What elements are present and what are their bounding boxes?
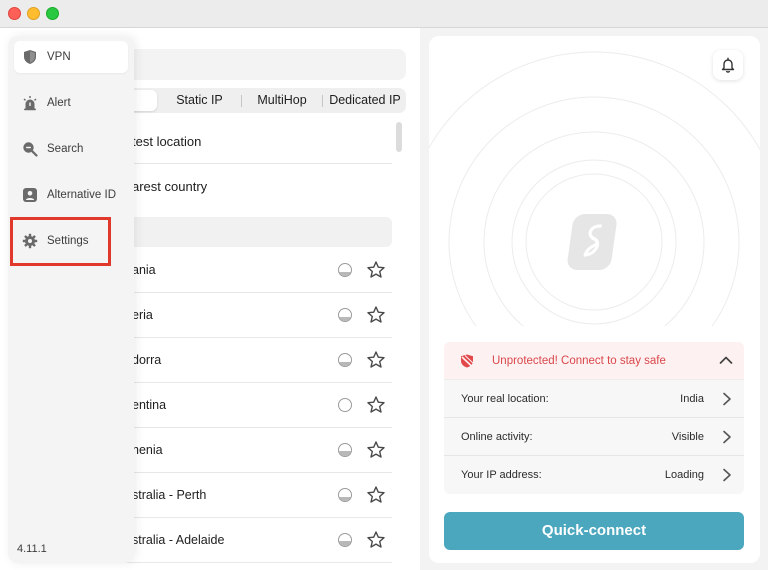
- chevron-right-icon: [723, 430, 731, 444]
- sidebar-item-search[interactable]: Search: [14, 133, 128, 165]
- country-list: ania eria dorra entina henia stralia - Perth s…: [92, 248, 392, 563]
- tab-dedicated-ip[interactable]: Dedicated IP: [325, 88, 405, 113]
- sidebar-item-label: Search: [47, 143, 84, 155]
- real-location-row[interactable]: Your real location: India: [444, 380, 744, 418]
- surfshark-logo: [567, 214, 617, 270]
- status-card: Unprotected! Connect to stay safe Your r…: [444, 342, 744, 494]
- info-label: Your IP address:: [461, 469, 542, 481]
- sidebar-item-label: Alternative ID: [47, 189, 117, 201]
- minimize-window-button[interactable]: [27, 7, 40, 20]
- country-row[interactable]: stralia - Perth: [92, 473, 392, 518]
- server-load-icon: [338, 488, 352, 502]
- favorite-star-icon[interactable]: [366, 485, 386, 505]
- bell-icon: [721, 57, 735, 73]
- chevron-right-icon: [723, 392, 731, 406]
- notifications-button[interactable]: [713, 50, 743, 80]
- favorite-star-icon[interactable]: [366, 305, 386, 325]
- sidebar-item-label: VPN: [47, 51, 71, 63]
- favorite-star-icon[interactable]: [366, 530, 386, 550]
- server-load-icon: [338, 353, 352, 367]
- server-load-icon: [338, 398, 352, 412]
- id-card-icon: [23, 188, 37, 202]
- sidebar-item-vpn[interactable]: VPN: [14, 41, 128, 73]
- search-input[interactable]: [92, 49, 406, 80]
- info-label: Online activity:: [461, 431, 533, 443]
- country-row[interactable]: dorra: [92, 338, 392, 383]
- window-titlebar: [0, 0, 768, 28]
- server-load-icon: [338, 263, 352, 277]
- location-tabs: ns Static IP MultiHop Dedicated IP: [92, 88, 406, 113]
- server-load-icon: [338, 443, 352, 457]
- status-area: Unprotected! Connect to stay safe Your r…: [429, 326, 760, 563]
- tab-multihop[interactable]: MultiHop: [245, 88, 319, 113]
- country-name: dorra: [132, 353, 162, 367]
- connection-panel: Unprotected! Connect to stay safe Your r…: [429, 36, 760, 563]
- nearest-country-row[interactable]: arest country: [92, 165, 392, 209]
- favorite-star-icon[interactable]: [366, 440, 386, 460]
- country-name: entina: [132, 398, 167, 412]
- favorite-star-icon[interactable]: [366, 350, 386, 370]
- tab-divider: [241, 95, 242, 107]
- info-label: Your real location:: [461, 393, 549, 405]
- tab-static-ip[interactable]: Static IP: [162, 88, 237, 113]
- shield-icon: [24, 50, 36, 64]
- country-row[interactable]: entina: [92, 383, 392, 428]
- quick-connect-button[interactable]: Quick-connect: [444, 512, 744, 550]
- status-message: Unprotected! Connect to stay safe: [492, 355, 666, 367]
- zoom-window-button[interactable]: [46, 7, 59, 20]
- chevron-up-icon[interactable]: [719, 355, 733, 365]
- info-value: Loading: [664, 469, 704, 481]
- app-version: 4.11.1: [17, 543, 47, 555]
- tab-divider: [322, 95, 323, 107]
- sidebar-menu: VPN Alert Search Alternative ID Settings…: [8, 36, 134, 563]
- alert-icon: [23, 96, 37, 111]
- close-window-button[interactable]: [8, 7, 21, 20]
- favorite-star-icon[interactable]: [366, 260, 386, 280]
- country-name: stralia - Adelaide: [132, 533, 225, 547]
- app-window: ns Static IP MultiHop Dedicated IP test …: [0, 28, 768, 570]
- info-value: Visible: [671, 431, 704, 443]
- status-header[interactable]: Unprotected! Connect to stay safe: [444, 342, 744, 380]
- country-name: stralia - Perth: [132, 488, 207, 502]
- country-row[interactable]: henia: [92, 428, 392, 473]
- server-load-icon: [338, 308, 352, 322]
- chevron-right-icon: [723, 468, 731, 482]
- country-name: ania: [132, 263, 156, 277]
- info-value: India: [680, 393, 704, 405]
- section-header: [92, 217, 392, 247]
- sidebar-item-alert[interactable]: Alert: [14, 87, 128, 119]
- ip-address-row[interactable]: Your IP address: Loading: [444, 456, 744, 494]
- scrollbar-thumb[interactable]: [396, 122, 402, 152]
- country-row[interactable]: ania: [92, 248, 392, 293]
- settings-highlight-box: [10, 217, 111, 266]
- server-load-icon: [338, 533, 352, 547]
- country-row[interactable]: stralia - Adelaide: [92, 518, 392, 563]
- online-activity-row[interactable]: Online activity: Visible: [444, 418, 744, 456]
- sidebar-item-alternative-id[interactable]: Alternative ID: [14, 179, 128, 211]
- fastest-location-row[interactable]: test location: [92, 120, 392, 164]
- search-box[interactable]: [92, 49, 406, 80]
- country-name: eria: [132, 308, 153, 322]
- unprotected-shield-icon: [461, 354, 474, 368]
- radar-background: [429, 51, 760, 326]
- country-row[interactable]: eria: [92, 293, 392, 338]
- sidebar-item-label: Alert: [47, 97, 71, 109]
- favorite-star-icon[interactable]: [366, 395, 386, 415]
- country-name: henia: [132, 443, 163, 457]
- search-icon: [23, 142, 38, 157]
